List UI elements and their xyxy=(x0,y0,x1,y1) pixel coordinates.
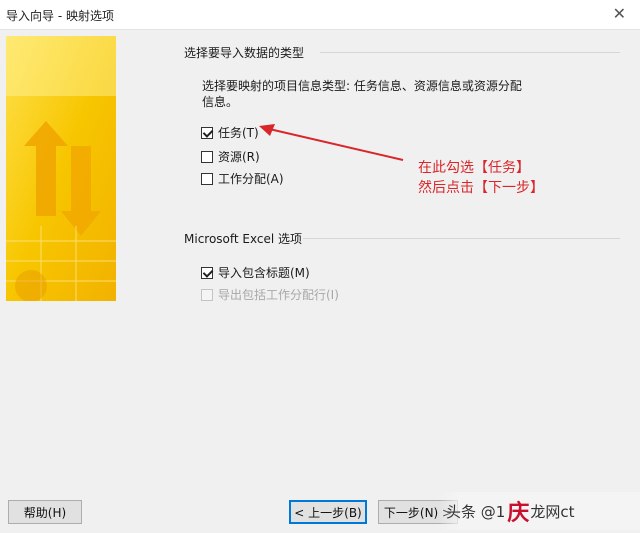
checkbox-label: 资源(R) xyxy=(218,150,260,164)
checkbox-box xyxy=(201,288,213,301)
checkbox-import-includes-headers[interactable]: 导入包含标题(M) xyxy=(201,264,310,281)
checkbox-label: 导入包含标题(M) xyxy=(218,266,310,280)
watermark-brand: 庆 xyxy=(507,501,529,526)
back-button[interactable]: < 上一步(B) xyxy=(289,500,367,524)
checkbox-box[interactable] xyxy=(201,266,213,279)
checkbox-export-assignment-rows: 导出包括工作分配行(I) xyxy=(201,286,339,303)
section-description: 选择要映射的项目信息类型: 任务信息、资源信息或资源分配信息。 xyxy=(202,79,522,109)
section-divider xyxy=(320,52,620,53)
title-bar: 导入向导 - 映射选项 ✕ xyxy=(0,0,640,30)
checkbox-label: 工作分配(A) xyxy=(218,172,284,186)
section-divider xyxy=(303,238,620,239)
instruction-annotation: 在此勾选【任务】 然后点击【下一步】 xyxy=(418,158,544,198)
wizard-side-art xyxy=(6,36,116,301)
checkbox-tasks[interactable]: 任务(T) xyxy=(201,124,259,141)
section-heading-excel-options: Microsoft Excel 选项 xyxy=(184,232,303,246)
checkbox-assignments[interactable]: 工作分配(A) xyxy=(201,170,284,187)
watermark: 头条 @1 庆 龙网ct xyxy=(438,492,640,530)
checkbox-resources[interactable]: 资源(R) xyxy=(201,148,260,165)
checkbox-label: 任务(T) xyxy=(218,126,259,140)
checkbox-box[interactable] xyxy=(201,126,213,139)
section-heading-data-type: 选择要导入数据的类型 xyxy=(184,46,305,60)
watermark-suffix: 龙网ct xyxy=(530,502,575,521)
close-icon[interactable]: ✕ xyxy=(613,4,626,23)
wizard-art-icon xyxy=(6,36,116,301)
checkbox-box[interactable] xyxy=(201,150,213,163)
annotation-arrow-icon xyxy=(259,124,404,161)
help-button[interactable]: 帮助(H) xyxy=(8,500,82,524)
annotation-line-2: 然后点击【下一步】 xyxy=(418,180,544,196)
annotation-line-1: 在此勾选【任务】 xyxy=(418,160,530,176)
checkbox-label: 导出包括工作分配行(I) xyxy=(218,288,339,302)
checkbox-box[interactable] xyxy=(201,172,213,185)
window-title: 导入向导 - 映射选项 xyxy=(6,9,114,23)
watermark-prefix: 头条 @1 xyxy=(446,502,506,521)
